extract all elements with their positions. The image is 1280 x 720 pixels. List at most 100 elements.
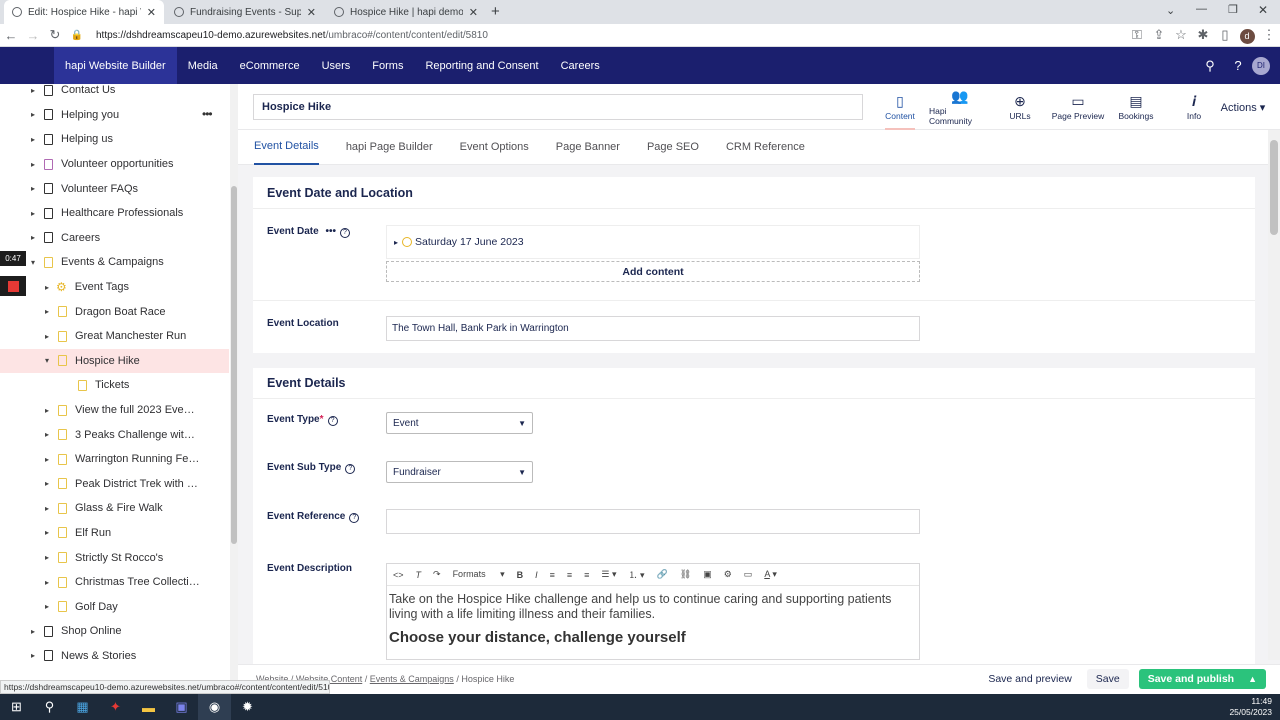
caret-right-icon[interactable]: ▸ [28, 110, 38, 119]
caret-right-icon[interactable]: ▸ [42, 283, 52, 292]
tree-item[interactable]: ▸ Contact Us [0, 84, 229, 103]
new-tab-button[interactable]: + [491, 3, 500, 20]
caret-right-icon[interactable]: ▸ [42, 578, 52, 587]
caret-down-icon[interactable]: ▾ [28, 258, 38, 267]
nav-reporting[interactable]: Reporting and Consent [414, 47, 549, 84]
tab-event-details[interactable]: Event Details [254, 130, 319, 165]
tab-page-seo[interactable]: Page SEO [647, 130, 699, 165]
align-left-icon[interactable]: ≡ [550, 570, 555, 580]
calculator-icon[interactable]: ▦ [66, 694, 99, 720]
caret-right-icon[interactable]: ▸ [42, 430, 52, 439]
close-tab-icon[interactable]: ✕ [469, 6, 478, 19]
browser-tab-edit[interactable]: Edit: Hospice Hike - hapi Website ✕ [4, 0, 164, 24]
caret-right-icon[interactable]: ▸ [28, 160, 38, 169]
browser-tab-hospice[interactable]: Hospice Hike | hapi demo websit ✕ [326, 0, 486, 24]
stop-recording-button[interactable] [0, 276, 26, 296]
nav-ecommerce[interactable]: eCommerce [229, 47, 311, 84]
image-icon[interactable]: ▣ [703, 569, 712, 580]
tree-item[interactable]: ▸ Healthcare Professionals [0, 201, 229, 226]
event-location-input[interactable]: The Town Hall, Bank Park in Warrington [386, 316, 920, 341]
italic-icon[interactable]: I [535, 570, 538, 580]
align-right-icon[interactable]: ≡ [584, 570, 589, 580]
save-button[interactable]: Save [1086, 668, 1129, 689]
chrome-icon[interactable]: ◉ [198, 694, 231, 720]
tree-scrollbar-thumb[interactable] [231, 186, 237, 544]
nav-website-builder[interactable]: hapi Website Builder [54, 47, 177, 84]
breadcrumb-events[interactable]: Events & Campaigns [370, 674, 454, 684]
tree-item[interactable]: ▾ Hospice Hike [0, 348, 229, 374]
app-page-preview[interactable]: ▭ Page Preview [1049, 84, 1107, 130]
tree-item[interactable]: ▸ Peak District Trek with Glo... [0, 472, 229, 497]
rich-text-editor[interactable]: <> T ↷ Formats ▾ B I ≡ ≡ ≡ ☰ ▾ ⒈ ▾ 🔗 ⛓ ▣… [386, 563, 920, 660]
tree-item[interactable]: ▸ Careers [0, 226, 229, 251]
nav-media[interactable]: Media [177, 47, 229, 84]
tab-page-builder[interactable]: hapi Page Builder [346, 130, 433, 165]
maximize-icon[interactable]: ❐ [1228, 3, 1238, 16]
caret-right-icon[interactable]: ▸ [42, 406, 52, 415]
save-preview-button[interactable]: Save and preview [979, 669, 1080, 689]
tree-item[interactable]: ▸ View the full 2023 Events ... [0, 398, 229, 423]
app-hapi-community[interactable]: 👥 Hapi Community [929, 84, 991, 130]
tree-item[interactable]: ▸ Christmas Tree Collection [0, 570, 229, 595]
file-explorer-icon[interactable]: ▬ [132, 694, 165, 720]
tree-item[interactable]: ▸ Elf Run [0, 521, 229, 546]
tree-item[interactable]: ▸ News & Stories [0, 644, 229, 669]
more-options-icon[interactable]: ••• [325, 226, 336, 237]
rte-content[interactable]: Take on the Hospice Hike challenge and h… [387, 586, 919, 651]
share-icon[interactable]: ⇪ [1148, 27, 1170, 43]
actions-button[interactable]: Actions ▾ [1206, 84, 1280, 130]
add-content-button[interactable]: Add content [386, 261, 920, 282]
profile-avatar[interactable]: d [1236, 27, 1258, 44]
caret-right-icon[interactable]: ▸ [42, 455, 52, 464]
tree-item[interactable]: ▸ Dragon Boat Race [0, 299, 229, 324]
editor-scrollbar-thumb[interactable] [1270, 140, 1278, 235]
tree-item[interactable]: ▸ Great Manchester Run [0, 324, 229, 349]
node-name-input[interactable] [253, 94, 863, 120]
caret-right-icon[interactable]: ▸ [42, 479, 52, 488]
windows-start-icon[interactable]: ⊞ [0, 694, 33, 720]
embed-icon[interactable]: ▭ [744, 569, 753, 580]
system-clock[interactable]: 11:49 25/05/2023 [1229, 696, 1272, 718]
tree-item[interactable]: ▸ Volunteer opportunities [0, 152, 229, 177]
caret-right-icon[interactable]: ▸ [28, 627, 38, 636]
formats-dropdown[interactable]: Formats ▾ [453, 569, 505, 580]
minimize-icon[interactable]: — [1196, 3, 1207, 15]
event-type-select[interactable]: Event ▼ [386, 412, 533, 434]
caret-right-icon[interactable]: ▸ [28, 651, 38, 660]
caret-right-icon[interactable]: ▸ [42, 332, 52, 341]
back-icon[interactable]: ← [0, 28, 22, 43]
tree-item[interactable]: ▸ Strictly St Rocco's [0, 545, 229, 570]
link-icon[interactable]: 🔗 [657, 569, 668, 580]
caret-right-icon[interactable]: ▸ [42, 553, 52, 562]
caret-right-icon[interactable]: ▸ [28, 86, 38, 95]
caret-right-icon[interactable]: ▸ [394, 238, 398, 247]
tab-search-icon[interactable]: ⌄ [1166, 4, 1175, 17]
nav-careers[interactable]: Careers [550, 47, 611, 84]
caret-right-icon[interactable]: ▸ [28, 209, 38, 218]
caret-right-icon[interactable]: ▸ [28, 184, 38, 193]
tree-item[interactable]: ▸ Shop Online [0, 619, 229, 644]
sidepanel-icon[interactable]: ▯ [1214, 27, 1236, 43]
tree-item[interactable]: ▸ 3 Peaks Challenge with Gl... [0, 422, 229, 447]
tree-item[interactable]: Tickets [0, 373, 229, 398]
app-urls[interactable]: ⊕ URLs [991, 84, 1049, 130]
caret-right-icon[interactable]: ▸ [42, 528, 52, 537]
settings-icon[interactable]: ✹ [231, 694, 264, 720]
caret-down-icon[interactable]: ▾ [42, 356, 52, 365]
save-publish-button[interactable]: Save and publish ▲ [1138, 668, 1266, 689]
nav-users[interactable]: Users [311, 47, 362, 84]
text-color-icon[interactable]: A ▾ [764, 569, 777, 580]
key-icon[interactable]: ⚿ [1126, 27, 1148, 43]
reload-icon[interactable]: ↻ [44, 27, 66, 43]
clear-format-icon[interactable]: T [416, 570, 422, 580]
app-icon[interactable]: ✦ [99, 694, 132, 720]
tree-item[interactable]: ▸ ⚙ Event Tags [0, 275, 229, 300]
caret-right-icon[interactable]: ▸ [42, 504, 52, 513]
caret-right-icon[interactable]: ▸ [42, 307, 52, 316]
search-icon[interactable]: ⚲ [1196, 58, 1224, 74]
menu-icon[interactable]: ⋮ [1258, 27, 1280, 43]
tree-item[interactable]: ▸ Glass & Fire Walk [0, 496, 229, 521]
caret-right-icon[interactable]: ▸ [28, 135, 38, 144]
extensions-icon[interactable]: ✱ [1192, 27, 1214, 43]
caret-up-icon[interactable]: ▲ [1248, 674, 1257, 684]
